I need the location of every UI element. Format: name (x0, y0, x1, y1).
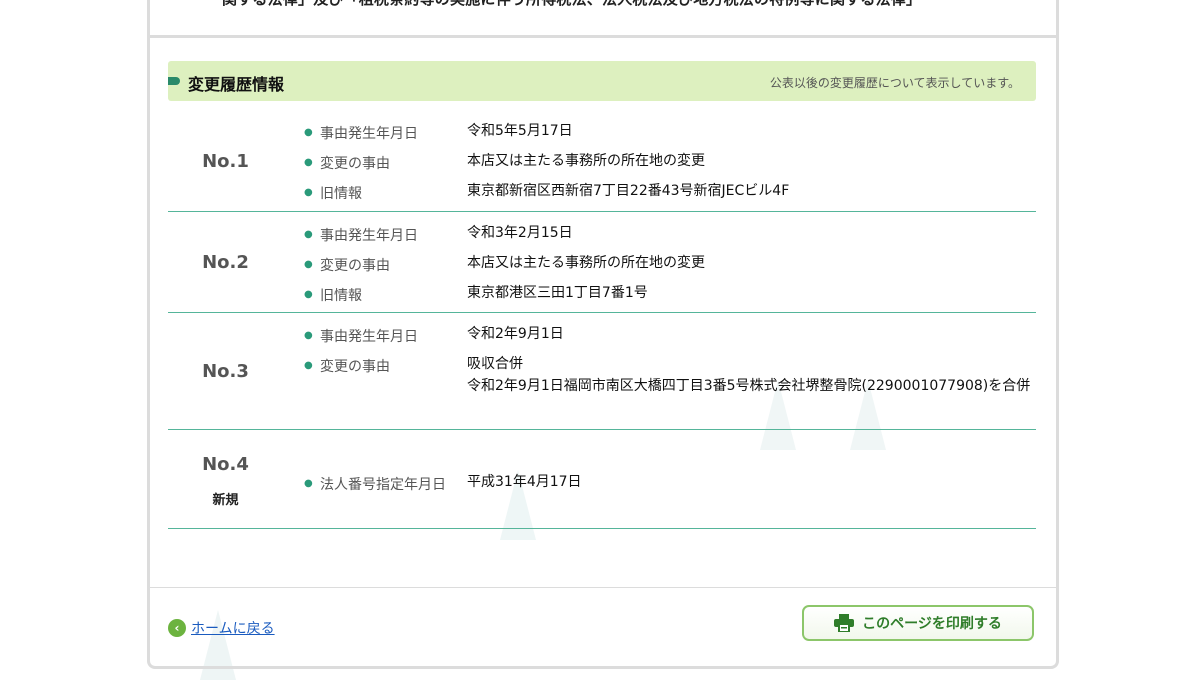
entry-row: ● 変更の事由 本店又は主たる事務所の所在地の変更 (304, 251, 1036, 281)
entry-row: ● 変更の事由 本店又は主たる事務所の所在地の変更 (304, 149, 1036, 179)
entry-rows: ● 事由発生年月日 令和5年5月17日 ● 変更の事由 本店又は主たる事務所の所… (304, 119, 1036, 209)
bullet-dot-icon: ● (304, 478, 313, 489)
change-history-header: 変更履歴情報 公表以後の変更履歴について表示しています。 (168, 61, 1036, 101)
history-entry: No.3 ● 事由発生年月日 令和2年9月1日 ● 変更の事由 吸収合併 令和2… (168, 313, 1036, 430)
bullet-dot-icon: ● (304, 360, 313, 371)
footer-divider (150, 587, 1056, 588)
entry-row: ● 旧情報 東京都新宿区西新宿7丁目22番43号新宿JECビル4F (304, 179, 1036, 209)
row-value: 本店又は主たる事務所の所在地の変更 (467, 153, 705, 169)
row-label: 旧情報 (320, 288, 362, 304)
chevron-left-circle-icon: ‹ (168, 619, 186, 637)
entry-number: No.3 (202, 361, 249, 382)
entry-row: ● 事由発生年月日 令和3年2月15日 (304, 221, 1036, 251)
entry-number: No.2 (202, 252, 249, 273)
row-label: 事由発生年月日 (320, 329, 418, 345)
entry-row: ● 旧情報 東京都港区三田1丁目7番1号 (304, 281, 1036, 311)
row-value: 令和5年5月17日 (467, 123, 573, 139)
print-page-button[interactable]: このページを印刷する (802, 605, 1034, 641)
row-label: 事由発生年月日 (320, 228, 418, 244)
row-value: 本店又は主たる事務所の所在地の変更 (467, 255, 705, 271)
entry-rows: ● 事由発生年月日 令和2年9月1日 ● 変更の事由 吸収合併 令和2年9月1日… (304, 322, 1036, 422)
page: 関する法律」及び「租税条約等の実施に伴う所得税法、法人税法及び地方税法の特例等に… (0, 0, 1200, 680)
row-value: 令和3年2月15日 (467, 225, 573, 241)
new-badge: 新規 (212, 493, 239, 508)
history-entry: No.4 新規 ● 法人番号指定年月日 平成31年4月17日 (168, 430, 1036, 529)
row-label: 法人番号指定年月日 (320, 477, 446, 493)
row-label: 旧情報 (320, 186, 362, 202)
change-history-list: No.1 ● 事由発生年月日 令和5年5月17日 ● 変更の事由 本店又は主たる… (168, 119, 1036, 529)
home-link-label[interactable]: ホームに戻る (191, 618, 275, 638)
bullet-dot-icon: ● (304, 289, 313, 300)
row-label: 変更の事由 (320, 156, 390, 172)
row-label: 変更の事由 (320, 359, 390, 375)
entry-number: No.1 (202, 151, 249, 172)
row-value: 平成31年4月17日 (467, 474, 582, 490)
entry-row: ● 事由発生年月日 令和5年5月17日 (304, 119, 1036, 149)
entry-rows: ● 法人番号指定年月日 平成31年4月17日 (304, 470, 1036, 500)
bullet-dot-icon: ● (304, 187, 313, 198)
row-value: 令和2年9月1日 (467, 326, 564, 342)
previous-section-text: 関する法律」及び「租税条約等の実施に伴う所得税法、法人税法及び地方税法の特例等に… (222, 0, 921, 9)
bullet-dot-icon: ● (304, 229, 313, 240)
bullet-dot-icon: ● (304, 259, 313, 270)
change-history-note: 公表以後の変更履歴について表示しています。 (769, 76, 1020, 90)
entry-rows: ● 事由発生年月日 令和3年2月15日 ● 変更の事由 本店又は主たる事務所の所… (304, 221, 1036, 311)
bullet-dot-icon: ● (304, 330, 313, 341)
change-history-title: 変更履歴情報 (188, 75, 285, 94)
row-value-line: 吸収合併 (467, 356, 523, 372)
bullet-dot-icon: ● (304, 127, 313, 138)
row-value: 吸収合併 令和2年9月1日福岡市南区大橋四丁目3番5号株式会社堺整骨院(2290… (467, 353, 1035, 397)
header-marker-icon (168, 77, 180, 85)
bullet-dot-icon: ● (304, 157, 313, 168)
row-value: 東京都港区三田1丁目7番1号 (467, 285, 648, 301)
row-label: 変更の事由 (320, 258, 390, 274)
row-label: 事由発生年月日 (320, 126, 418, 142)
home-link[interactable]: ‹ ホームに戻る (168, 618, 275, 638)
row-value-detail: 令和2年9月1日福岡市南区大橋四丁目3番5号株式会社堺整骨院(229000107… (467, 378, 1031, 394)
previous-section-tail: 関する法律」及び「租税条約等の実施に伴う所得税法、法人税法及び地方税法の特例等に… (150, 0, 1056, 38)
history-entry: No.2 ● 事由発生年月日 令和3年2月15日 ● 変更の事由 本店又は主たる… (168, 212, 1036, 313)
content-panel: 関する法律」及び「租税条約等の実施に伴う所得税法、法人税法及び地方税法の特例等に… (147, 0, 1059, 669)
entry-row: ● 変更の事由 吸収合併 令和2年9月1日福岡市南区大橋四丁目3番5号株式会社堺… (304, 352, 1036, 422)
entry-number: No.4 (202, 454, 249, 475)
history-entry: No.1 ● 事由発生年月日 令和5年5月17日 ● 変更の事由 本店又は主たる… (168, 119, 1036, 212)
print-button-label: このページを印刷する (862, 616, 1002, 632)
printer-icon (834, 614, 855, 632)
entry-row: ● 法人番号指定年月日 平成31年4月17日 (304, 470, 1036, 500)
row-value: 東京都新宿区西新宿7丁目22番43号新宿JECビル4F (467, 183, 790, 199)
entry-row: ● 事由発生年月日 令和2年9月1日 (304, 322, 1036, 352)
